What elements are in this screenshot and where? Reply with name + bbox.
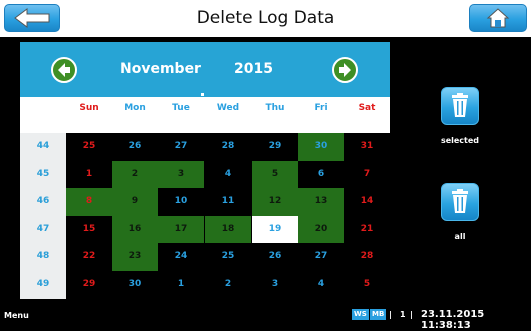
trash-icon [452,93,468,117]
week-number: 48 [36,251,50,261]
ws-badge: WS [352,309,369,320]
page-title: Delete Log Data [196,8,335,28]
calendar-day[interactable]: 16 [112,215,158,243]
calendar-day[interactable]: 12 [252,188,298,216]
selected-label: selected [440,136,480,145]
week-number: 46 [36,196,50,206]
home-icon [486,8,510,28]
arrow-left-icon [58,63,70,77]
day-name-fri: Fri [314,103,328,113]
calendar-day[interactable]: 28 [344,243,390,271]
calendar-day[interactable]: 26 [252,243,298,271]
delete-selected-button[interactable] [441,87,479,125]
calendar-day[interactable]: 4 [298,271,344,299]
previous-month-button[interactable] [51,57,77,83]
day-name-sat: Sat [358,103,376,113]
status-separator: | [410,310,413,319]
calendar-day[interactable]: 30 [298,133,344,161]
page-number: 1 [400,310,406,319]
calendar-day[interactable]: 5 [344,271,390,299]
week-number: 44 [36,141,50,151]
day-name-sun: Sun [79,103,99,113]
header-dot [201,93,204,96]
calendar-day[interactable]: 27 [158,133,204,161]
calendar-day[interactable]: 23 [112,243,158,271]
calendar-day[interactable]: 26 [112,133,158,161]
calendar-day[interactable]: 3 [252,271,298,299]
calendar-day[interactable]: 7 [344,161,390,189]
mb-badge: MB [370,309,387,320]
calendar-day[interactable]: 1 [66,161,112,189]
back-arrow-icon [14,8,50,28]
calendar-day[interactable]: 19 [252,215,298,243]
week-number: 49 [36,278,50,289]
calendar-day[interactable]: 29 [252,133,298,161]
calendar-day[interactable]: 27 [298,243,344,271]
day-name-tue: Tue [172,103,190,113]
month-label: November [120,61,201,77]
status-separator: | [389,310,392,319]
calendar-header: November 2015 [20,42,390,97]
calendar-day[interactable]: 31 [344,133,390,161]
calendar-day[interactable]: 8 [66,188,112,216]
calendar-day[interactable]: 30 [112,271,158,299]
all-label: all [454,232,466,241]
calendar-day[interactable]: 2 [205,271,251,299]
week-number: 47 [36,223,50,234]
year-label: 2015 [234,61,273,77]
day-name-thu: Thu [265,103,285,113]
calendar-day[interactable]: 24 [158,243,204,271]
calendar-day[interactable]: 15 [66,216,112,244]
week-number: 45 [36,168,50,179]
calendar-day[interactable]: 21 [344,216,390,244]
calendar-day[interactable]: 2 [112,160,158,188]
calendar-day[interactable]: 25 [205,243,251,271]
arrow-right-icon [339,63,351,77]
calendar-day[interactable]: 22 [66,243,112,271]
calendar-day[interactable]: 4 [205,161,251,189]
day-name-wed: Wed [216,103,240,113]
delete-all-button[interactable] [441,183,479,221]
calendar-day[interactable]: 11 [205,188,251,216]
calendar-day[interactable]: 13 [298,188,344,216]
calendar-day[interactable]: 25 [66,133,112,161]
status-datetime: 23.11.2015 11:38:13 [421,309,485,331]
calendar-day[interactable]: 18 [205,215,251,243]
back-button[interactable] [4,4,60,32]
day-name-mon: Mon [124,103,146,113]
trash-icon [452,189,468,213]
calendar-day[interactable]: 1 [158,271,204,299]
next-month-button[interactable] [332,57,358,83]
calendar-day[interactable]: 17 [158,215,204,243]
calendar-day[interactable]: 10 [158,188,204,216]
calendar-day[interactable]: 20 [298,215,344,243]
calendar-day[interactable]: 6 [298,161,344,189]
calendar-day[interactable]: 28 [205,133,251,161]
calendar-day[interactable]: 14 [344,188,390,216]
calendar-day[interactable]: 5 [252,160,298,188]
calendar-day[interactable]: 29 [66,271,112,299]
calendar-day[interactable]: 3 [158,160,204,188]
menu-button[interactable]: Menu [4,311,29,320]
home-button[interactable] [469,4,527,32]
calendar-day[interactable]: 9 [112,188,158,216]
